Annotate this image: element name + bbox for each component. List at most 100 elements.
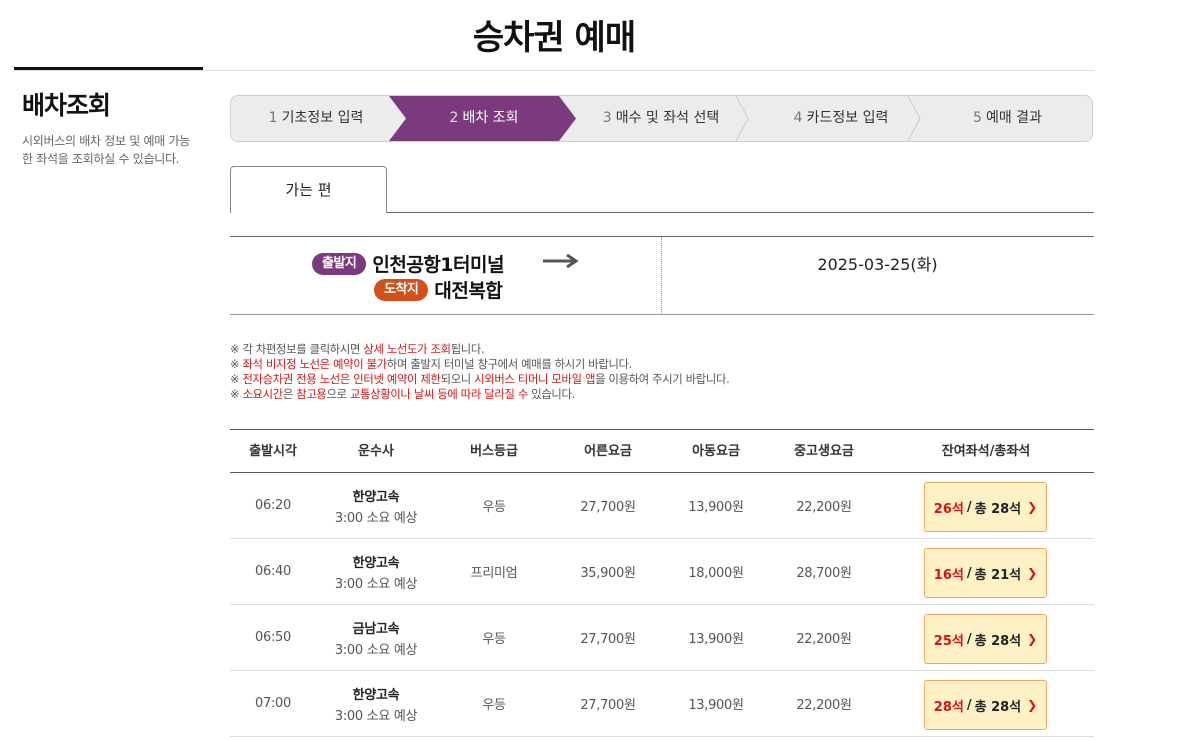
notice-text: 하며 출발지 터미널 창구에서 예매를 하시기 바랍니다. [386, 358, 632, 371]
seat-select-button[interactable]: 16석 / 총 21석 ❯ [924, 548, 1047, 598]
notice-highlight: 소요시간 [242, 388, 283, 401]
notice-text: 으로 [326, 388, 350, 401]
route-divider [661, 237, 662, 314]
cell-company: 금남고속 3:00 소요 예상 [316, 605, 436, 670]
duration-estimate: 3:00 소요 예상 [334, 510, 418, 526]
tab-outbound[interactable]: 가는 편 [230, 166, 387, 213]
cell-company: 한양고속 3:00 소요 예상 [316, 539, 436, 604]
notice-highlight: 교통상황이나 날씨 등에 따라 달라질 수 [350, 388, 528, 401]
arrival-badge: 도착지 [374, 278, 429, 301]
col-header-time: 출발시각 [249, 444, 297, 459]
duration-estimate: 3:00 소요 예상 [334, 642, 418, 658]
notice-highlight: 참고용 [296, 388, 327, 401]
sidebar-title: 배차조회 [22, 91, 111, 120]
cell-company: 한양고속 3:00 소요 예상 [316, 473, 436, 538]
remaining-seats: 25석 [933, 633, 964, 649]
notice-list: ※ 각 차편정보를 클릭하시면 상세 노선도가 조회됩니다. ※ 좌석 비지정 노… [230, 342, 730, 402]
step-label: 카드정보 입력 [806, 110, 889, 126]
cell-time: 06:20 [255, 498, 291, 513]
notice-text: ※ [230, 388, 243, 401]
seat-select-button[interactable]: 25석 / 총 28석 ❯ [924, 614, 1047, 664]
step-number: 5 [973, 110, 982, 126]
company-name: 금남고속 [352, 621, 400, 637]
arrival-row: 도착지 대전복합 [374, 276, 503, 303]
cell-grade: 프리미엄 [470, 566, 518, 581]
step-number: 1 [268, 110, 278, 126]
cell-youth: 22,200원 [796, 500, 852, 515]
notice-item: ※ 전자승차권 전용 노선은 인터넷 예약이 제한되오니 시외버스 티머니 모바… [230, 372, 730, 387]
remaining-seats: 28석 [933, 699, 964, 715]
page-title: 승차권 예매 [472, 18, 636, 58]
step-1: 1 기초정보 입력 [231, 96, 401, 141]
schedule-table: 출발시각 운수사 버스등급 어른요금 아동요금 중고생요금 잔여좌석/총좌석 0… [230, 429, 1094, 737]
seat-separator: / [966, 565, 972, 581]
step-4: 4 카드정보 입력 [751, 96, 931, 141]
step-number: 3 [602, 110, 612, 126]
table-row[interactable]: 06:20 한양고속 3:00 소요 예상 우등 27,700원 13,900원 22,20… [230, 473, 1094, 539]
remaining-seats: 16석 [933, 567, 964, 583]
cell-adult: 27,700원 [580, 632, 636, 647]
seat-separator: / [966, 697, 972, 713]
seat-select-button[interactable]: 26석 / 총 28석 ❯ [924, 482, 1047, 532]
cell-grade: 우등 [482, 632, 506, 647]
table-row[interactable]: 06:50 금남고속 3:00 소요 예상 우등 27,700원 13,900원 22,20… [230, 605, 1094, 671]
cell-adult: 27,700원 [580, 500, 636, 515]
notice-text: 됩니다. [450, 343, 485, 356]
progress-steps: 1 기초정보 입력 2 배차 조회 3 매수 및 좌석 선택 4 카드정보 입력 5 예매… [230, 95, 1093, 142]
col-header-company: 운수사 [358, 444, 394, 459]
step-label: 기초정보 입력 [281, 110, 364, 126]
cell-company: 한양고속 3:00 소요 예상 [316, 671, 436, 736]
notice-text: 을 이용하여 주시기 바랍니다. [595, 373, 730, 386]
cell-child: 13,900원 [688, 632, 744, 647]
cell-adult: 35,900원 [580, 566, 636, 581]
chevron-right-icon: ❯ [1027, 500, 1038, 514]
total-seats: 총 28석 [974, 501, 1022, 517]
notice-highlight: 좌석 비지정 노선은 예약이 불가 [242, 358, 387, 371]
col-header-youth: 중고생요금 [794, 444, 854, 459]
departure-badge: 출발지 [312, 252, 367, 275]
cell-grade: 우등 [482, 698, 506, 713]
table-header: 출발시각 운수사 버스등급 어른요금 아동요금 중고생요금 잔여좌석/총좌석 [230, 429, 1094, 473]
arrival-name: 대전복합 [434, 280, 503, 302]
notice-highlight: 상세 노선도가 조회 [363, 343, 451, 356]
seat-select-button[interactable]: 28석 / 총 28석 ❯ [924, 680, 1047, 730]
duration-estimate: 3:00 소요 예상 [334, 576, 418, 592]
cell-time: 06:40 [255, 564, 291, 579]
cell-child: 13,900원 [688, 500, 744, 515]
duration-estimate: 3:00 소요 예상 [334, 708, 418, 724]
total-seats: 총 28석 [974, 699, 1022, 715]
notice-item: ※ 좌석 비지정 노선은 예약이 불가하며 출발지 터미널 창구에서 예매를 하… [230, 357, 729, 372]
step-label: 배차 조회 [462, 110, 519, 126]
cell-child: 18,000원 [688, 566, 744, 581]
sidebar-description: 시외버스의 배차 정보 및 예매 가능한 좌석을 조회하실 수 있습니다. [22, 134, 190, 166]
step-3: 3 매수 및 좌석 선택 [576, 96, 746, 141]
departure-row: 출발지 인천공항1터미널 [312, 250, 504, 277]
step-number: 4 [793, 110, 803, 126]
table-row[interactable]: 06:40 한양고속 3:00 소요 예상 프리미엄 35,900원 18,000원 28,… [230, 539, 1094, 605]
cell-child: 13,900원 [688, 698, 744, 713]
cell-youth: 22,200원 [796, 698, 852, 713]
chevron-right-icon: ❯ [1027, 632, 1038, 646]
table-row[interactable]: 07:00 한양고속 3:00 소요 예상 우등 27,700원 13,900원 22,20… [230, 671, 1094, 737]
tab-baseline [386, 212, 1094, 213]
table-body: 06:20 한양고속 3:00 소요 예상 우등 27,700원 13,900원 22,20… [230, 473, 1094, 737]
step-5: 5 예매 결과 [921, 96, 1092, 141]
arrow-right-icon [543, 253, 579, 269]
notice-item: ※ 각 차편정보를 클릭하시면 상세 노선도가 조회됩니다. [230, 342, 729, 357]
cell-time: 07:00 [255, 696, 291, 711]
total-seats: 총 21석 [974, 567, 1022, 583]
notice-text: ※ 각 차편정보를 클릭하시면 [230, 343, 364, 356]
step-2: 2 배차 조회 [399, 96, 569, 141]
departure-date: 2025-03-25(화) [817, 255, 938, 274]
seat-separator: / [966, 631, 972, 647]
seat-separator: / [966, 499, 972, 515]
route-summary: 출발지 인천공항1터미널 도착지 대전복합 2025-03-25(화) [230, 236, 1094, 315]
sidebar: 배차조회 시외버스의 배차 정보 및 예매 가능한 좌석을 조회하실 수 있습니… [22, 86, 190, 168]
cell-grade: 우등 [482, 500, 506, 515]
col-header-adult: 어른요금 [584, 444, 632, 459]
chevron-right-icon: ❯ [1027, 566, 1038, 580]
remaining-seats: 26석 [933, 501, 964, 517]
step-number: 2 [449, 110, 459, 126]
departure-name: 인천공항1터미널 [372, 254, 504, 276]
notice-item: ※ 소요시간은 참고용으로 교통상황이나 날씨 등에 따라 달라질 수 있습니다… [230, 387, 729, 402]
